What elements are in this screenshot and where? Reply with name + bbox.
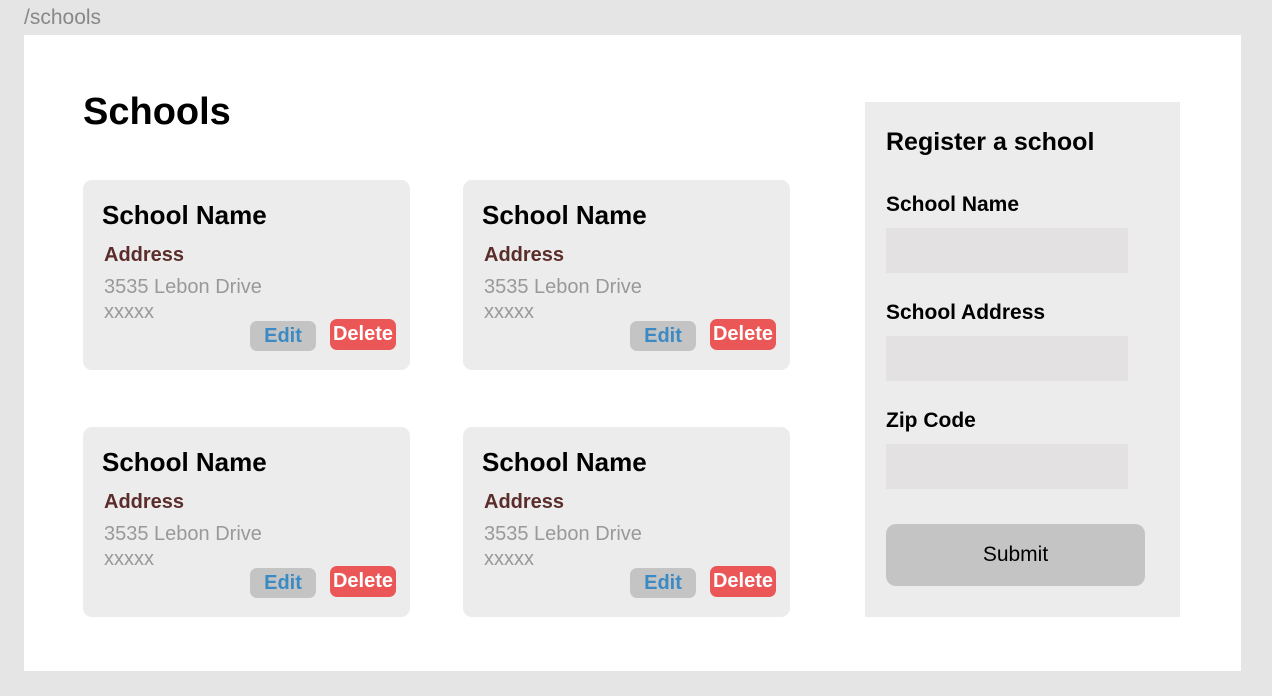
school-name: School Name — [102, 447, 267, 477]
delete-button[interactable]: Delete — [710, 566, 776, 597]
school-zip: xxxxx — [484, 548, 534, 570]
school-zip: xxxxx — [104, 301, 154, 323]
school-address-label: School Address — [886, 301, 1046, 324]
school-name: School Name — [102, 200, 267, 230]
address-label: Address — [104, 491, 185, 513]
school-name-label: School Name — [886, 193, 1020, 216]
edit-button[interactable]: Edit — [630, 568, 696, 598]
school-card: School Name Address 3535 Lebon Drive xxx… — [83, 180, 410, 370]
school-name-input[interactable] — [886, 228, 1128, 273]
register-title: Register a school — [886, 128, 1095, 156]
zip-code-label: Zip Code — [886, 409, 976, 432]
edit-button[interactable]: Edit — [250, 568, 316, 598]
delete-button[interactable]: Delete — [330, 566, 396, 597]
delete-button[interactable]: Delete — [330, 319, 396, 350]
page-title: Schools — [83, 91, 231, 133]
edit-button[interactable]: Edit — [630, 321, 696, 351]
school-zip: xxxxx — [104, 548, 154, 570]
school-street: 3535 Lebon Drive — [484, 276, 642, 298]
zip-code-input[interactable] — [886, 444, 1128, 489]
page-frame: Schools School Name Address 3535 Lebon D… — [24, 35, 1241, 671]
address-label: Address — [484, 244, 565, 266]
register-school-panel: Register a school School Name School Add… — [865, 102, 1180, 617]
school-street: 3535 Lebon Drive — [104, 276, 262, 298]
school-name: School Name — [482, 447, 647, 477]
school-card: School Name Address 3535 Lebon Drive xxx… — [83, 427, 410, 617]
address-label: Address — [104, 244, 185, 266]
submit-button[interactable]: Submit — [886, 524, 1145, 586]
school-name: School Name — [482, 200, 647, 230]
route-path: /schools — [24, 6, 102, 29]
edit-button[interactable]: Edit — [250, 321, 316, 351]
school-street: 3535 Lebon Drive — [104, 523, 262, 545]
school-card: School Name Address 3535 Lebon Drive xxx… — [463, 427, 790, 617]
school-zip: xxxxx — [484, 301, 534, 323]
school-card: School Name Address 3535 Lebon Drive xxx… — [463, 180, 790, 370]
school-street: 3535 Lebon Drive — [484, 523, 642, 545]
school-address-input[interactable] — [886, 336, 1128, 381]
address-label: Address — [484, 491, 565, 513]
delete-button[interactable]: Delete — [710, 319, 776, 350]
